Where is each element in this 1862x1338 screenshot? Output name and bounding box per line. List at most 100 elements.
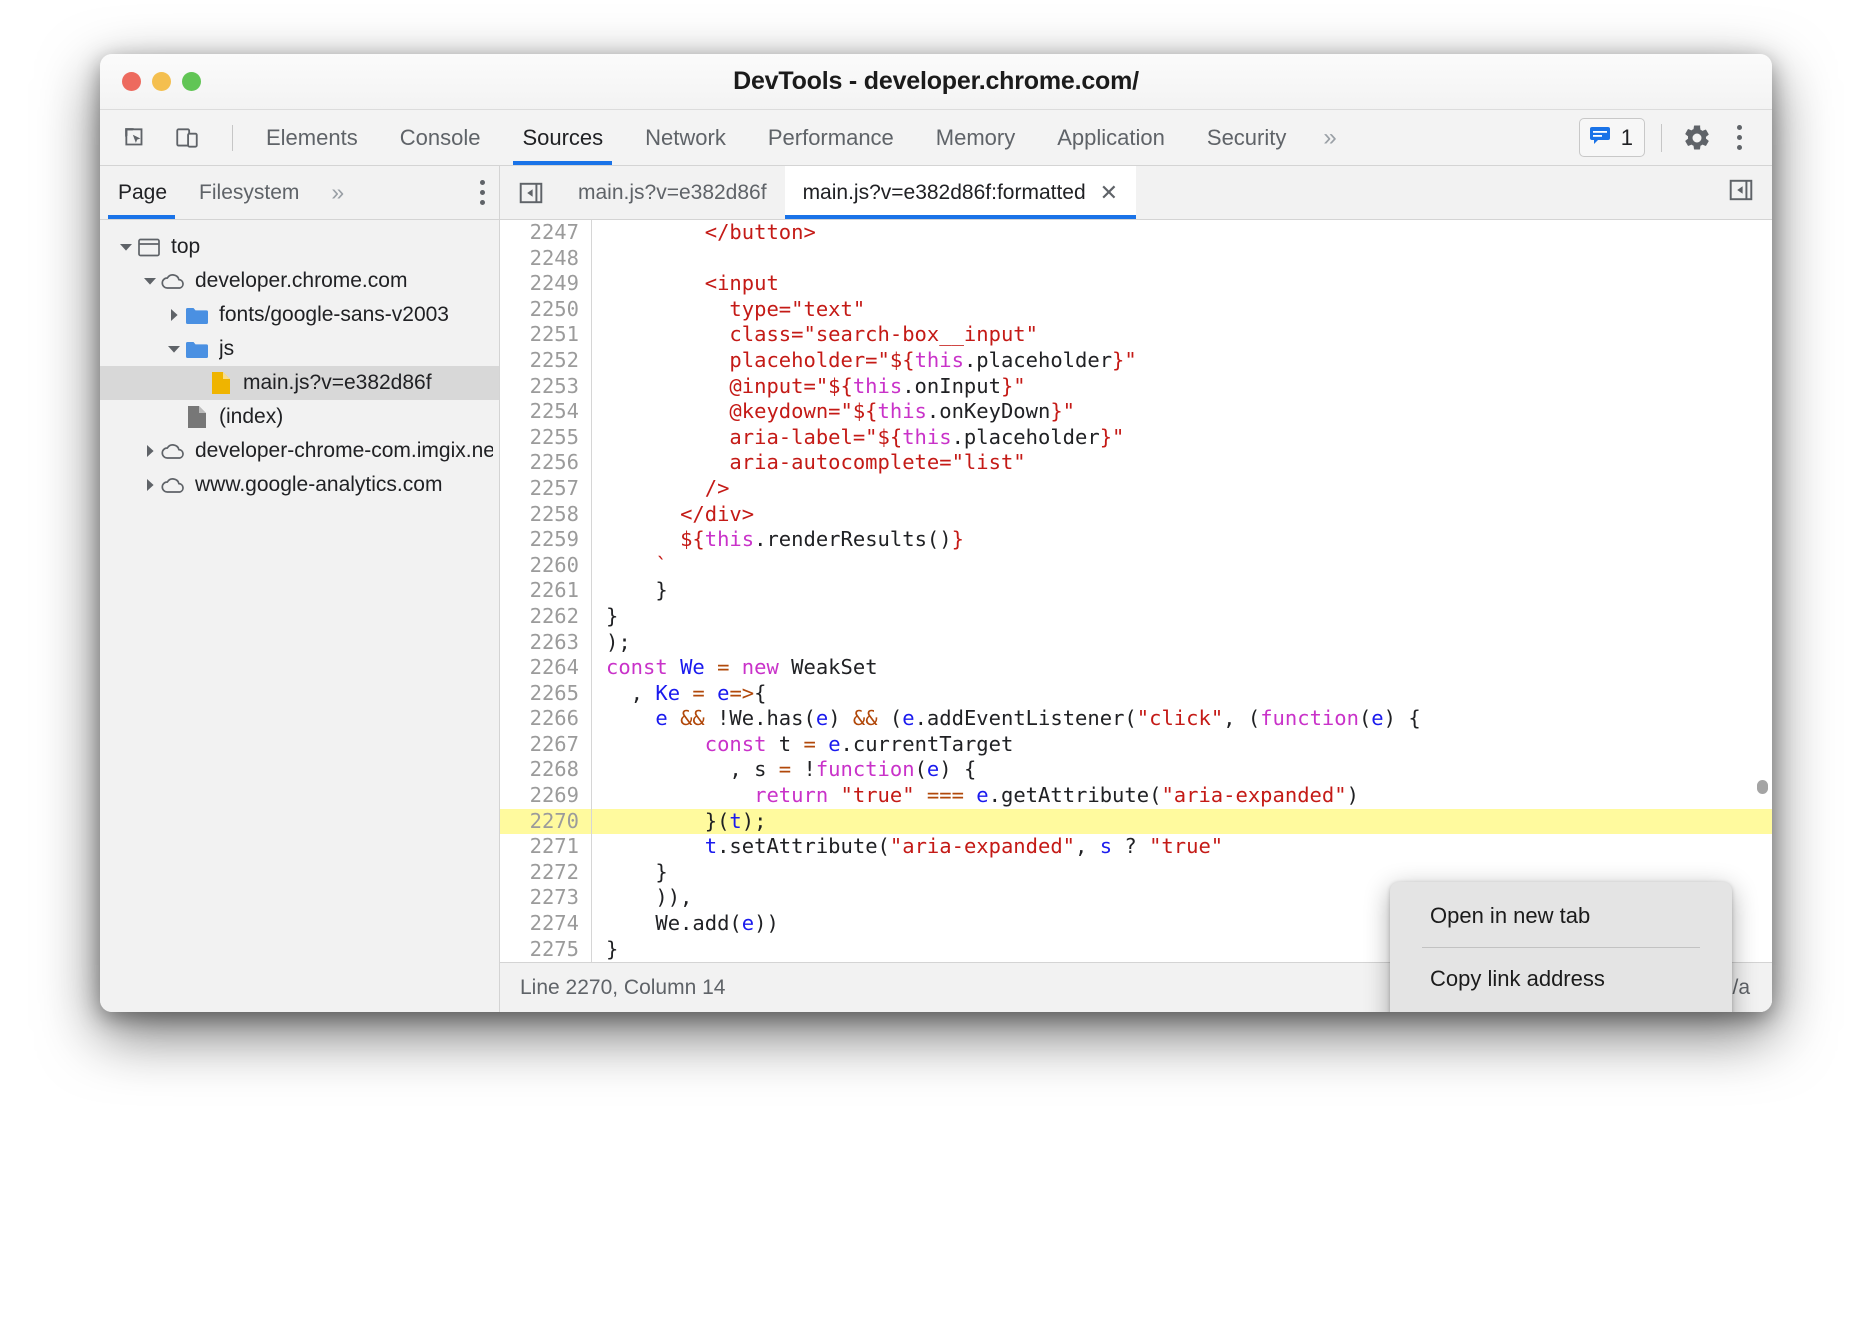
code-line[interactable]: 2263); <box>500 630 1772 656</box>
code-line[interactable]: 2256 aria-autocomplete="list" <box>500 450 1772 476</box>
code-line-text: aria-autocomplete="list" <box>592 450 1026 476</box>
nav-tab-page[interactable]: Page <box>100 166 183 219</box>
code-line[interactable]: 2254 @keydown="${this.onKeyDown}" <box>500 399 1772 425</box>
line-number: 2247 <box>500 220 592 246</box>
code-line[interactable]: 2252 placeholder="${this.placeholder}" <box>500 348 1772 374</box>
line-number: 2251 <box>500 322 592 348</box>
message-count-button[interactable]: 1 <box>1579 118 1645 157</box>
context-menu-item[interactable]: Open in new tab <box>1400 894 1722 938</box>
code-line[interactable]: 2266 e && !We.has(e) && (e.addEventListe… <box>500 706 1772 732</box>
code-line-text: const We = new WeakSet <box>592 655 878 681</box>
screenshot-root: DevTools - developer.chrome.com/ <box>0 0 1862 1338</box>
tree-item-fonts-google-sans[interactable]: fonts/google-sans-v2003 <box>100 298 499 332</box>
chevron-down-icon[interactable] <box>116 241 136 253</box>
device-toolbar-icon[interactable] <box>168 119 206 157</box>
code-line-text: @input="${this.onInput}" <box>592 374 1026 400</box>
tree-item-label: js <box>219 337 234 361</box>
tab-performance[interactable]: Performance <box>747 110 915 165</box>
toolbar-left-icons <box>100 119 245 157</box>
show-navigator-icon[interactable] <box>500 166 560 219</box>
code-line[interactable]: 2269 return "true" === e.getAttribute("a… <box>500 783 1772 809</box>
code-line[interactable]: 2253 @input="${this.onInput}" <box>500 374 1772 400</box>
code-line[interactable]: 2249 <input <box>500 271 1772 297</box>
context-menu-item[interactable]: Copy link address <box>1400 957 1722 1001</box>
code-line[interactable]: 2260 ` <box>500 553 1772 579</box>
code-line[interactable]: 2270 }(t); <box>500 809 1772 835</box>
devtools-panel-tabs: Elements Console Sources Network Perform… <box>245 110 1353 165</box>
inspect-element-icon[interactable] <box>116 119 154 157</box>
code-line[interactable]: 2265 , Ke = e=>{ <box>500 681 1772 707</box>
nav-more-tabs-icon[interactable]: » <box>315 166 360 219</box>
tree-item-label: (index) <box>219 405 283 429</box>
code-line[interactable]: 2251 class="search-box__input" <box>500 322 1772 348</box>
code-editor[interactable]: 2247 </button>22482249 <input2250 type="… <box>500 220 1772 962</box>
code-line[interactable]: 2248 <box>500 246 1772 272</box>
tab-security[interactable]: Security <box>1186 110 1307 165</box>
more-panels-icon[interactable]: » <box>1307 110 1352 165</box>
code-line[interactable]: 2267 const t = e.currentTarget <box>500 732 1772 758</box>
code-line[interactable]: 2258 </div> <box>500 502 1772 528</box>
line-number: 2253 <box>500 374 592 400</box>
tree-item-developer-chrome-com[interactable]: developer.chrome.com <box>100 264 499 298</box>
chevron-right-icon[interactable] <box>164 309 184 321</box>
chevron-down-icon[interactable] <box>140 275 160 287</box>
show-debugger-icon[interactable] <box>1728 177 1754 208</box>
code-line-text: }(t); <box>592 809 766 835</box>
tab-console[interactable]: Console <box>379 110 502 165</box>
tab-memory[interactable]: Memory <box>915 110 1036 165</box>
code-line[interactable]: 2262} <box>500 604 1772 630</box>
navigator-kebab-menu-icon[interactable] <box>480 180 485 205</box>
line-number: 2260 <box>500 553 592 579</box>
tab-sources[interactable]: Sources <box>501 110 624 165</box>
folder-icon <box>184 340 210 359</box>
tab-elements[interactable]: Elements <box>245 110 379 165</box>
chevron-right-icon[interactable] <box>140 445 160 457</box>
gear-icon[interactable] <box>1678 119 1716 157</box>
tree-item-main-js[interactable]: main.js?v=e382d86f <box>100 366 499 400</box>
line-number: 2272 <box>500 860 592 886</box>
nav-tab-filesystem[interactable]: Filesystem <box>183 166 315 219</box>
tree-item-imgix-net[interactable]: developer-chrome-com.imgix.net <box>100 434 499 468</box>
code-line[interactable]: 2250 type="text" <box>500 297 1772 323</box>
context-menu-item[interactable]: Copy file name <box>1400 1001 1722 1012</box>
js-file-icon <box>208 371 234 395</box>
tree-item-js[interactable]: js <box>100 332 499 366</box>
code-line-text: } <box>592 937 618 962</box>
line-number: 2262 <box>500 604 592 630</box>
code-line[interactable]: 2264const We = new WeakSet <box>500 655 1772 681</box>
kebab-menu-icon[interactable] <box>1722 125 1756 150</box>
chevron-down-icon[interactable] <box>164 343 184 355</box>
cursor-position-label: Line 2270, Column 14 <box>520 976 725 1000</box>
code-line[interactable]: 2261 } <box>500 578 1772 604</box>
tab-application[interactable]: Application <box>1036 110 1186 165</box>
code-line[interactable]: 2271 t.setAttribute("aria-expanded", s ?… <box>500 834 1772 860</box>
tree-item-google-analytics[interactable]: www.google-analytics.com <box>100 468 499 502</box>
toolbar-right-controls: 1 <box>1579 118 1772 157</box>
chevron-right-icon[interactable] <box>140 479 160 491</box>
code-line[interactable]: 2259 ${this.renderResults()} <box>500 527 1772 553</box>
code-line[interactable]: 2247 </button> <box>500 220 1772 246</box>
tree-item-index[interactable]: (index) <box>100 400 499 434</box>
tree-item-top[interactable]: top <box>100 230 499 264</box>
line-number: 2259 <box>500 527 592 553</box>
editor-tab-main-js-formatted[interactable]: main.js?v=e382d86f:formatted ✕ <box>785 166 1137 219</box>
editor-tab-label: main.js?v=e382d86f:formatted <box>803 181 1086 205</box>
context-menu[interactable]: Open in new tab Copy link addressCopy fil… <box>1390 882 1732 1012</box>
file-tree: top developer.chrome.com <box>100 220 499 502</box>
code-line[interactable]: 2257 /> <box>500 476 1772 502</box>
toolbar-right-divider <box>1661 124 1662 152</box>
close-icon[interactable]: ✕ <box>1100 182 1118 204</box>
code-line-text: } <box>592 604 618 630</box>
code-line[interactable]: 2268 , s = !function(e) { <box>500 757 1772 783</box>
editor-tab-main-js[interactable]: main.js?v=e382d86f <box>560 166 785 219</box>
context-menu-separator <box>1422 947 1700 948</box>
line-number: 2265 <box>500 681 592 707</box>
code-line[interactable]: 2255 aria-label="${this.placeholder}" <box>500 425 1772 451</box>
tab-network[interactable]: Network <box>624 110 747 165</box>
vertical-scrollbar-thumb[interactable] <box>1757 780 1768 794</box>
code-line-text: </button> <box>592 220 816 246</box>
line-number: 2250 <box>500 297 592 323</box>
code-lines[interactable]: 2247 </button>22482249 <input2250 type="… <box>500 220 1772 962</box>
code-line-text: const t = e.currentTarget <box>592 732 1013 758</box>
line-number: 2254 <box>500 399 592 425</box>
